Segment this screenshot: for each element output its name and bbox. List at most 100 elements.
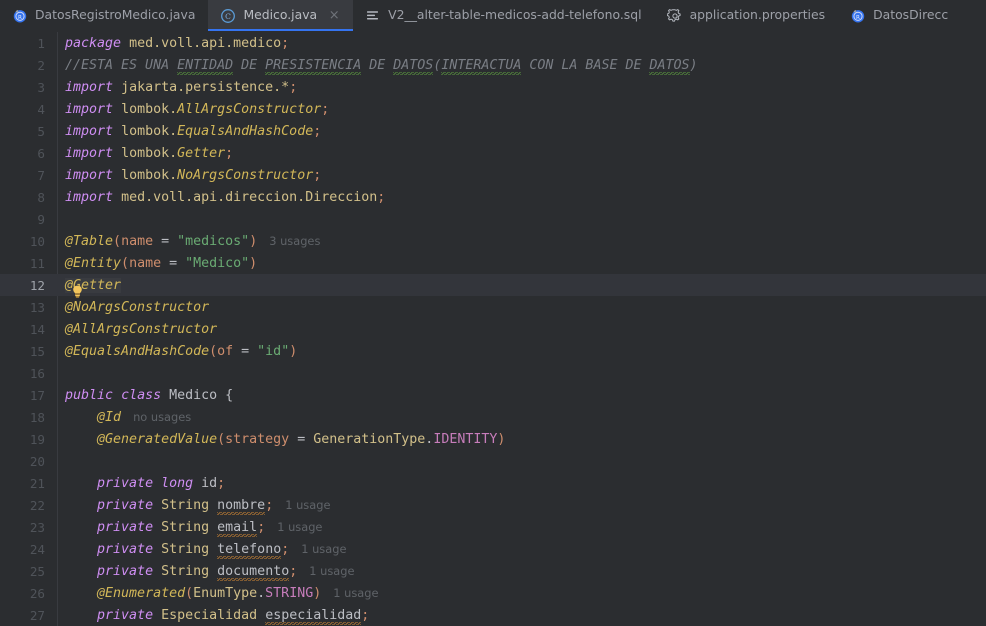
code-content: @Enumerated(EnumType.STRING) 1 usage bbox=[57, 586, 378, 601]
token-semicolon: ; bbox=[257, 519, 266, 535]
token-paren: ( bbox=[185, 585, 194, 601]
tab-datosdireccion[interactable]: R DatosDirecc bbox=[838, 0, 961, 31]
code-content: @GeneratedValue(strategy = GenerationTyp… bbox=[57, 432, 505, 447]
usage-hint[interactable]: 1 usage bbox=[273, 498, 330, 512]
tab-medico-java[interactable]: C Medico.java × bbox=[208, 0, 354, 31]
token-equals: = bbox=[233, 343, 258, 359]
code-content: import lombok.AllArgsConstructor; bbox=[57, 102, 329, 117]
usage-hint[interactable]: 3 usages bbox=[257, 234, 320, 248]
token-semicolon: ; bbox=[217, 475, 226, 491]
usage-hint[interactable]: no usages bbox=[121, 410, 191, 424]
tab-v2-alter-table-medicos-add-telefono-sql[interactable]: V2__alter-table-medicos-add-telefono.sql bbox=[353, 0, 654, 31]
tab-label: application.properties bbox=[689, 7, 826, 23]
token-type: GenerationType bbox=[313, 431, 426, 447]
editor-tab-bar: R DatosRegistroMedico.java C Medico.java… bbox=[0, 0, 986, 32]
line-number: 6 bbox=[37, 145, 45, 161]
token-annotation: @EqualsAndHashCode bbox=[65, 343, 210, 359]
line-number: 15 bbox=[29, 343, 45, 359]
token-class-name: Medico bbox=[169, 387, 218, 403]
line-number: 20 bbox=[29, 453, 45, 469]
token-constant: STRING bbox=[265, 585, 314, 601]
line-number: 18 bbox=[29, 409, 45, 425]
usage-hint[interactable]: 1 usage bbox=[321, 586, 378, 600]
token-param: name bbox=[129, 255, 162, 271]
token-typo: ENTIDAD bbox=[177, 57, 234, 75]
line-number: 25 bbox=[29, 563, 45, 579]
token-typo: INTERACTUA bbox=[441, 57, 522, 75]
token-keyword: import bbox=[65, 79, 114, 95]
line-number: 10 bbox=[29, 233, 45, 249]
tab-application-properties[interactable]: application.properties bbox=[655, 0, 839, 31]
java-class-icon: C bbox=[220, 8, 236, 24]
token-field-name: email bbox=[217, 519, 258, 537]
tab-datosregistromedico-java[interactable]: R DatosRegistroMedico.java bbox=[0, 0, 208, 31]
svg-text:R: R bbox=[856, 15, 860, 21]
code-content: @Table(name = "medicos") 3 usages bbox=[57, 234, 320, 249]
token-keyword: public bbox=[65, 387, 114, 403]
code-line: 27 private Especialidad especialidad; bbox=[0, 604, 986, 626]
token-type: String bbox=[161, 519, 210, 535]
token-keyword: import bbox=[65, 123, 114, 139]
code-content: import lombok.Getter; bbox=[57, 146, 233, 161]
token-class-name: AllArgsConstructor bbox=[177, 101, 322, 117]
code-line: 5 import lombok.EqualsAndHashCode; bbox=[0, 120, 986, 142]
token-semicolon: ; bbox=[313, 123, 322, 139]
token-class-name: Direccion bbox=[305, 189, 378, 205]
code-line: 19 @GeneratedValue(strategy = Generation… bbox=[0, 428, 986, 450]
java-record-icon: R bbox=[850, 8, 866, 24]
line-number: 22 bbox=[29, 497, 45, 513]
code-line: 3 import jakarta.persistence.*; bbox=[0, 76, 986, 98]
code-text-area[interactable]: 1 package med.voll.api.medico; 2 //ESTA … bbox=[0, 32, 986, 626]
token-keyword: import bbox=[65, 189, 114, 205]
token-param: name bbox=[121, 233, 154, 249]
line-number: 3 bbox=[37, 79, 45, 95]
code-content: import lombok.NoArgsConstructor; bbox=[57, 168, 321, 183]
token-dot: . bbox=[257, 585, 266, 601]
code-line: 10 @Table(name = "medicos") 3 usages bbox=[0, 230, 986, 252]
token-import-path: lombok. bbox=[121, 101, 178, 117]
code-line: 15 @EqualsAndHashCode(of = "id") bbox=[0, 340, 986, 362]
line-number: 24 bbox=[29, 541, 45, 557]
line-number: 21 bbox=[29, 475, 45, 491]
token-field-name: id bbox=[201, 475, 218, 491]
close-icon[interactable]: × bbox=[328, 9, 340, 22]
usage-hint[interactable]: 1 usage bbox=[297, 564, 354, 578]
code-content: import med.voll.api.direccion.Direccion; bbox=[57, 190, 385, 205]
token-comment: CON LA BASE DE bbox=[521, 57, 650, 73]
token-class-name: Getter bbox=[177, 145, 226, 161]
intention-lightbulb-icon[interactable] bbox=[72, 255, 83, 298]
token-field-name: nombre bbox=[217, 497, 266, 515]
tab-label: V2__alter-table-medicos-add-telefono.sql bbox=[388, 7, 642, 23]
token-field-name: documento bbox=[217, 563, 290, 581]
usage-hint[interactable]: 1 usage bbox=[289, 542, 346, 556]
code-editor[interactable]: 1 package med.voll.api.medico; 2 //ESTA … bbox=[0, 32, 986, 626]
line-number: 19 bbox=[29, 431, 45, 447]
token-class-name: EqualsAndHashCode bbox=[177, 123, 314, 139]
token-paren: ( bbox=[217, 431, 226, 447]
token-string: "id" bbox=[257, 343, 290, 359]
token-import-path: lombok. bbox=[121, 145, 178, 161]
line-number: 7 bbox=[37, 167, 45, 183]
token-import-path: jakarta.persistence.* bbox=[121, 79, 290, 95]
token-string: "medicos" bbox=[177, 233, 250, 249]
line-number: 16 bbox=[29, 365, 45, 381]
sql-file-icon bbox=[365, 8, 381, 24]
token-annotation: @GeneratedValue bbox=[97, 431, 218, 447]
code-content: private String documento; 1 usage bbox=[57, 563, 354, 581]
token-param: strategy bbox=[225, 431, 290, 447]
tab-label: Medico.java bbox=[243, 7, 318, 23]
code-content: package med.voll.api.medico; bbox=[57, 36, 289, 51]
token-paren: ) bbox=[289, 343, 298, 359]
token-comment: DE bbox=[233, 57, 266, 73]
token-import-path: lombok. bbox=[121, 123, 178, 139]
code-line: 4 import lombok.AllArgsConstructor; bbox=[0, 98, 986, 120]
token-equals: = bbox=[153, 233, 178, 249]
token-keyword: long bbox=[161, 475, 194, 491]
code-content: private String email; 1 usage bbox=[57, 519, 322, 537]
code-line: 14 @AllArgsConstructor bbox=[0, 318, 986, 340]
usage-hint[interactable]: 1 usage bbox=[265, 520, 322, 534]
token-comment: // bbox=[65, 57, 82, 73]
line-number: 8 bbox=[37, 189, 45, 205]
code-line: 8 import med.voll.api.direccion.Direccio… bbox=[0, 186, 986, 208]
token-constant: IDENTITY bbox=[433, 431, 498, 447]
